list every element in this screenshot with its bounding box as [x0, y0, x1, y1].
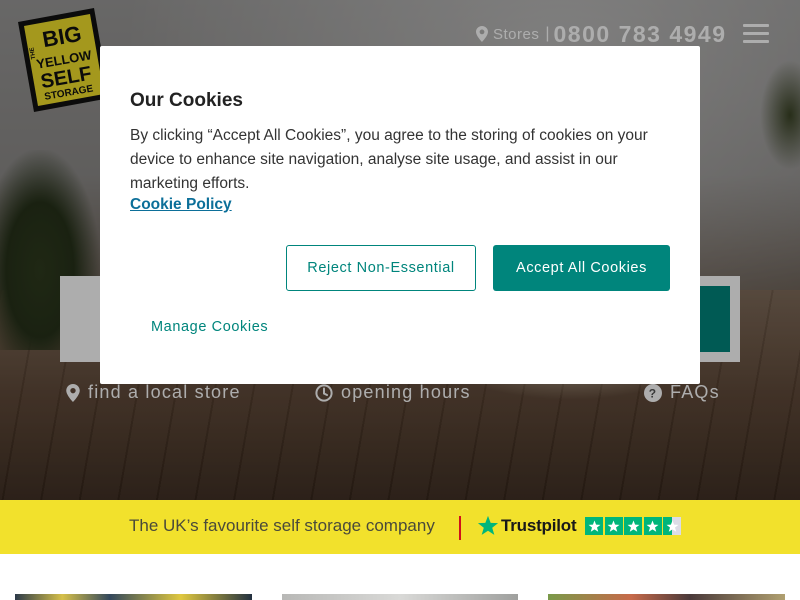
rating-star-icon — [643, 517, 662, 535]
feature-cards — [0, 554, 800, 600]
cookie-modal: Our Cookies By clicking “Accept All Cook… — [100, 46, 700, 384]
banner-tagline: The UK’s favourite self storage company — [129, 516, 435, 535]
rating-star-icon — [604, 517, 623, 535]
trustpilot-rating — [585, 517, 683, 535]
banner-divider — [459, 516, 461, 540]
rating-half-star-icon — [663, 517, 682, 535]
cookie-policy-link[interactable]: Cookie Policy — [130, 196, 232, 214]
cookie-modal-title: Our Cookies — [130, 90, 243, 111]
feature-card-image[interactable] — [282, 594, 518, 600]
trustpilot-label: Trustpilot — [501, 516, 577, 535]
rating-star-icon — [585, 517, 604, 535]
rating-star-icon — [624, 517, 643, 535]
reject-non-essential-button[interactable]: Reject Non-Essential — [286, 245, 476, 291]
trustpilot-star-icon — [477, 515, 499, 535]
feature-card-image[interactable] — [15, 594, 252, 600]
trust-banner: The UK’s favourite self storage company … — [0, 500, 800, 554]
trustpilot-widget[interactable]: Trustpilot — [477, 515, 683, 537]
cookie-modal-body: By clicking “Accept All Cookies”, you ag… — [130, 127, 648, 192]
manage-cookies-button[interactable]: Manage Cookies — [151, 319, 268, 335]
accept-all-cookies-button[interactable]: Accept All Cookies — [493, 245, 670, 291]
feature-card-image[interactable] — [548, 594, 785, 600]
